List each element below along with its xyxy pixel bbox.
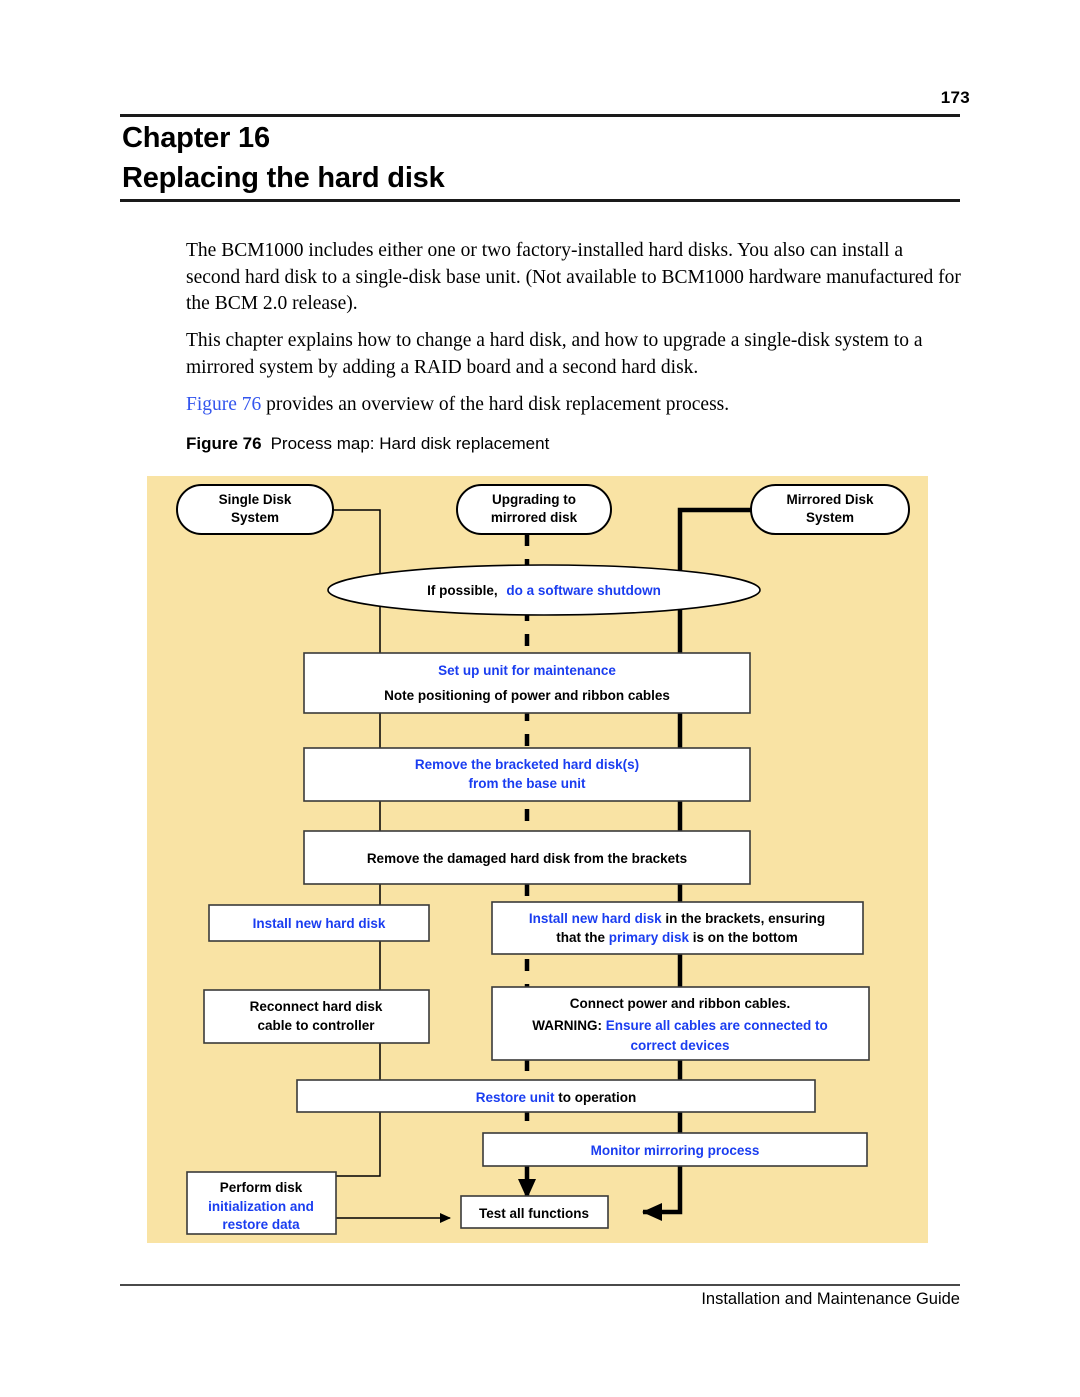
node-software-shutdown[interactable]: If possible, do a software shutdown xyxy=(327,564,761,616)
node-label-body: Note positioning of power and ribbon cab… xyxy=(384,688,670,703)
flowchart-svg: Single Disk System Upgrading to mirrored… xyxy=(176,484,910,1235)
figure-cross-reference-link[interactable]: Figure 76 xyxy=(186,394,261,415)
page-title: Chapter 16 Replacing the hard disk xyxy=(122,118,822,198)
intro-paragraph-1: The BCM1000 includes either one or two f… xyxy=(186,240,961,314)
node-label: Remove the damaged hard disk from the br… xyxy=(367,851,687,866)
install-blue: Install new hard disk xyxy=(529,911,662,926)
node-restore-unit-to-operation[interactable]: Restore unit to operation xyxy=(296,1079,816,1113)
install-plain: in the brackets, ensuring xyxy=(662,911,826,926)
node-label-line3: restore data xyxy=(222,1217,300,1232)
shutdown-blue: do a software shutdown xyxy=(506,583,661,598)
chapter-title: Replacing the hard disk xyxy=(122,162,445,194)
chapter-label: Chapter 16 xyxy=(122,122,270,154)
process-map-figure: Single Disk System Upgrading to mirrored… xyxy=(147,476,928,1243)
node-label: Test all functions xyxy=(479,1206,589,1221)
node-label-title: Set up unit for maintenance xyxy=(438,663,616,678)
node-upgrading-to-mirrored-disk[interactable]: Upgrading to mirrored disk xyxy=(456,484,612,535)
figure-caption-number: Figure 76 xyxy=(186,434,262,453)
node-label-line2: from the base unit xyxy=(468,776,586,791)
node-label-line2: cable to controller xyxy=(257,1018,375,1033)
warning-prefix: WARNING: xyxy=(532,1018,602,1033)
restore-plain: to operation xyxy=(555,1090,637,1105)
primary-disk-blue: primary disk xyxy=(609,930,690,945)
node-install-new-hard-disk-left[interactable]: Install new hard disk xyxy=(208,904,430,942)
node-perform-disk-initialization[interactable]: Perform disk initialization and restore … xyxy=(186,1171,337,1235)
node-remove-damaged-hard-disk[interactable]: Remove the damaged hard disk from the br… xyxy=(303,830,751,885)
footer-rule xyxy=(120,1284,960,1286)
figure-caption-text: Process map: Hard disk replacement xyxy=(270,434,550,453)
intro-paragraph-2: This chapter explains how to change a ha… xyxy=(186,330,923,378)
node-label-line1: Perform disk xyxy=(220,1180,303,1195)
node-label: Monitor mirroring process xyxy=(591,1143,760,1158)
title-rule xyxy=(120,199,960,202)
node-label: Install new hard disk xyxy=(253,916,386,931)
node-label-line1: Reconnect hard disk xyxy=(250,999,383,1014)
node-label-line2: System xyxy=(231,510,279,525)
node-label: Restore unit to operation xyxy=(476,1090,637,1105)
node-label-line1: Upgrading to xyxy=(492,492,576,507)
node-connect-power-ribbon-cables[interactable]: Connect power and ribbon cables. WARNING… xyxy=(491,986,870,1061)
node-label-line1: Single Disk xyxy=(219,492,292,507)
intro-paragraph-3: Figure 76 provides an overview of the ha… xyxy=(186,392,962,419)
footer-text: Installation and Maintenance Guide xyxy=(701,1290,960,1308)
node-label-line1: Mirrored Disk xyxy=(786,492,874,507)
warning-blue: Ensure all cables are connected to xyxy=(602,1018,828,1033)
node-label-line1: Remove the bracketed hard disk(s) xyxy=(415,757,639,772)
header-rule xyxy=(120,114,960,117)
node-label-warning-line2: correct devices xyxy=(630,1038,729,1053)
node-label-line2: System xyxy=(806,510,854,525)
figure-cross-reference-text: provides an overview of the hard disk re… xyxy=(261,394,730,415)
node-label-line2: that the primary disk is on the bottom xyxy=(556,930,798,945)
node-shape xyxy=(303,747,751,802)
shutdown-plain: If possible, xyxy=(427,583,498,598)
node-install-new-hard-disk-brackets[interactable]: Install new hard disk in the brackets, e… xyxy=(491,901,864,955)
node-set-up-unit-for-maintenance[interactable]: Set up unit for maintenance Note positio… xyxy=(303,652,751,714)
node-shape xyxy=(491,901,864,955)
install-plain3: is on the bottom xyxy=(689,930,798,945)
node-shape xyxy=(203,989,430,1044)
node-label-line2: mirrored disk xyxy=(491,510,578,525)
node-label: If possible, do a software shutdown xyxy=(427,583,661,598)
figure-caption: Figure 76 Process map: Hard disk replacem… xyxy=(186,434,549,454)
node-remove-bracketed-hard-disks[interactable]: Remove the bracketed hard disk(s) from t… xyxy=(303,747,751,802)
node-test-all-functions[interactable]: Test all functions xyxy=(460,1195,609,1229)
install-plain2: that the xyxy=(556,930,609,945)
node-monitor-mirroring-process[interactable]: Monitor mirroring process xyxy=(482,1132,868,1167)
node-reconnect-hard-disk-cable[interactable]: Reconnect hard disk cable to controller xyxy=(203,989,430,1044)
node-label-line2: initialization and xyxy=(208,1199,314,1214)
page-number: 173 xyxy=(940,88,970,107)
node-label-warning: WARNING: Ensure all cables are connected… xyxy=(532,1018,828,1033)
node-label-line1: Install new hard disk in the brackets, e… xyxy=(529,911,825,926)
restore-blue: Restore unit xyxy=(476,1090,555,1105)
node-label-line1: Connect power and ribbon cables. xyxy=(570,996,791,1011)
node-mirrored-disk-system[interactable]: Mirrored Disk System xyxy=(750,484,910,535)
node-single-disk-system[interactable]: Single Disk System xyxy=(176,484,334,535)
node-shape xyxy=(303,652,751,714)
